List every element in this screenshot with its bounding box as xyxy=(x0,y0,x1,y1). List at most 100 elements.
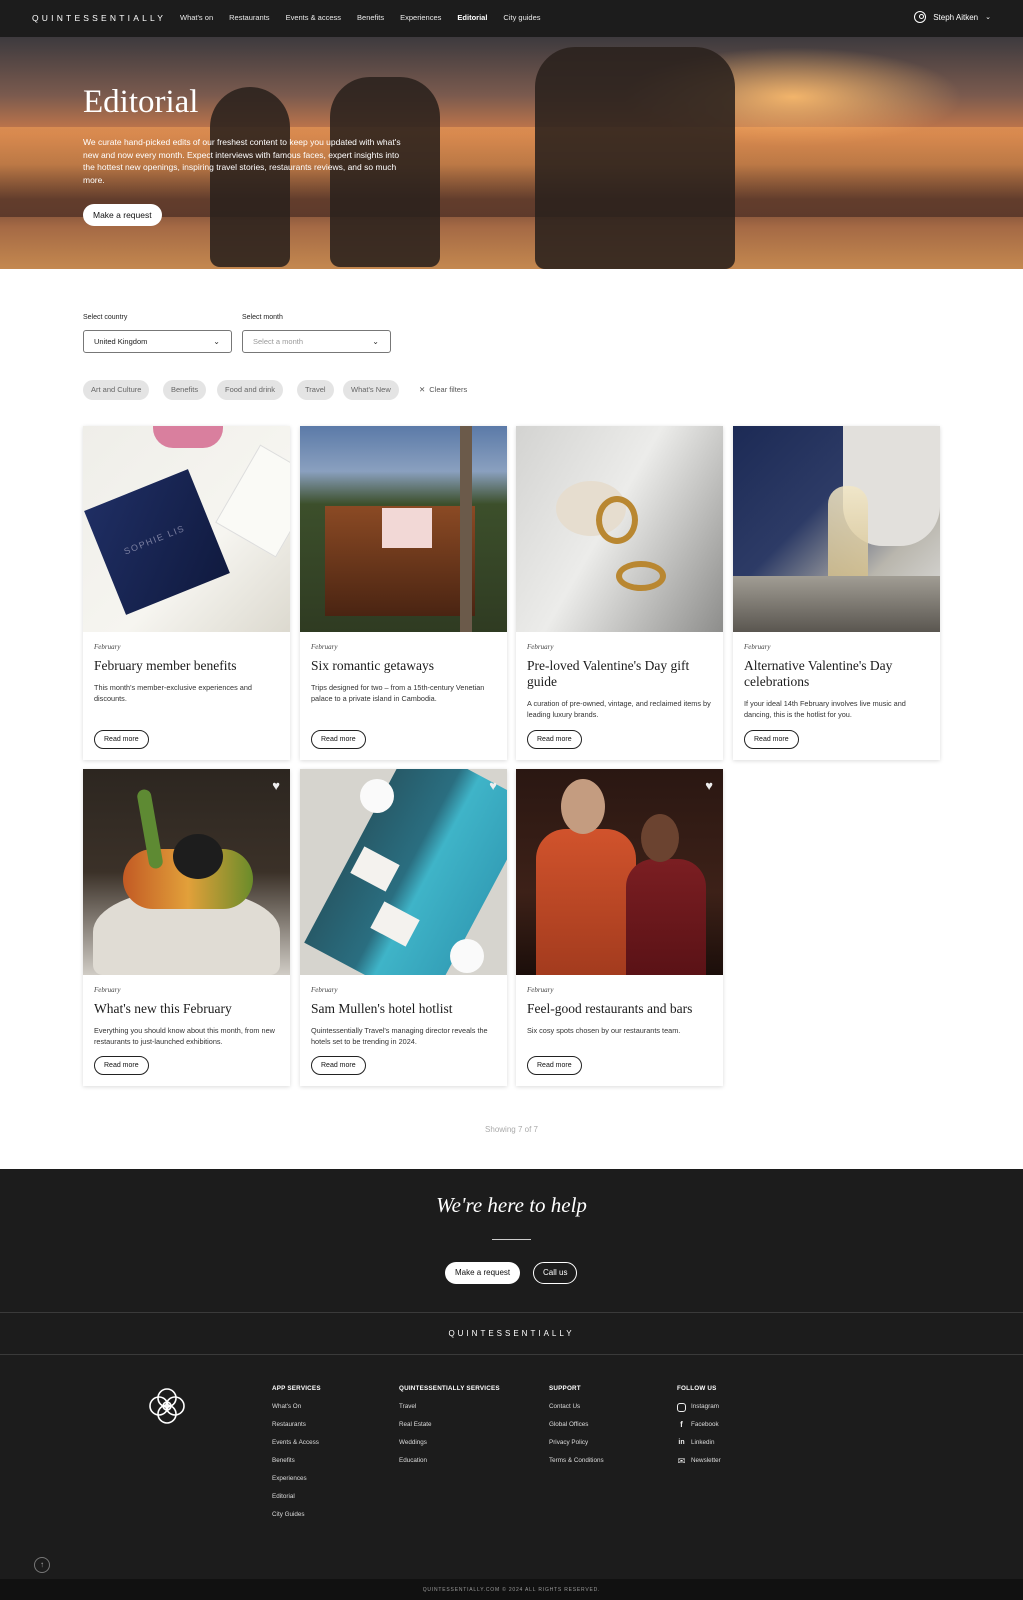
nav-link-benefits[interactable]: Benefits xyxy=(357,13,384,22)
article-card[interactable]: ♥ February Sam Mullen's hotel hotlist Qu… xyxy=(300,769,507,1086)
card-description: Everything you should know about this mo… xyxy=(94,1026,275,1046)
instagram-link[interactable]: Instagram xyxy=(677,1403,721,1421)
favourite-heart-icon[interactable]: ♥ xyxy=(272,778,280,793)
top-nav: QUINTESSENTIALLY What's on Restaurants E… xyxy=(0,0,1023,37)
card-image xyxy=(733,426,940,632)
call-us-button[interactable]: Call us xyxy=(533,1262,578,1284)
footer-col-quintessentially-services: QUINTESSENTIALLY SERVICES Travel Real Es… xyxy=(399,1385,500,1475)
card-month: February xyxy=(94,986,121,994)
help-section: We're here to help Make a request Call u… xyxy=(0,1169,1023,1312)
nav-link-experiences[interactable]: Experiences xyxy=(400,13,441,22)
footer-link[interactable]: City Guides xyxy=(272,1511,321,1529)
chevron-down-icon: ⌄ xyxy=(213,337,220,346)
nav-links: What's on Restaurants Events & access Be… xyxy=(180,13,541,22)
footer-link[interactable]: Editorial xyxy=(272,1493,321,1511)
divider xyxy=(0,1354,1023,1355)
footer-link[interactable]: Travel xyxy=(399,1403,500,1421)
footer-link[interactable]: Benefits xyxy=(272,1457,321,1475)
article-card[interactable]: ♥ February Feel-good restaurants and bar… xyxy=(516,769,723,1086)
country-value: United Kingdom xyxy=(94,337,148,346)
brand-logo[interactable]: QUINTESSENTIALLY xyxy=(32,13,166,23)
flowers xyxy=(153,426,223,448)
facebook-icon: f xyxy=(680,1420,683,1429)
footer-link[interactable]: Restaurants xyxy=(272,1421,321,1439)
footer-link[interactable]: Privacy Policy xyxy=(549,1439,604,1457)
card-description: If your ideal 14th February involves liv… xyxy=(744,699,906,719)
footer-link[interactable]: What's On xyxy=(272,1403,321,1421)
chip-whats-new[interactable]: What's New xyxy=(343,380,399,400)
nav-link-editorial[interactable]: Editorial xyxy=(457,13,487,22)
card-title: Six romantic getaways xyxy=(311,658,434,673)
card-title: Alternative Valentine's Day celebrations xyxy=(744,658,893,689)
card-title: Feel-good restaurants and bars xyxy=(527,1001,693,1016)
clear-filters-button[interactable]: ✕ Clear filters xyxy=(419,385,467,394)
read-more-button[interactable]: Read more xyxy=(527,1056,582,1075)
footer-link[interactable]: Global Offices xyxy=(549,1421,604,1439)
card-image xyxy=(300,769,507,975)
footer-link[interactable]: Terms & Conditions xyxy=(549,1457,604,1475)
nav-link-restaurants[interactable]: Restaurants xyxy=(229,13,269,22)
orange-suit xyxy=(536,829,636,975)
nav-link-whats-on[interactable]: What's on xyxy=(180,13,213,22)
chip-art-and-culture[interactable]: Art and Culture xyxy=(83,380,150,400)
social-label: Linkedin xyxy=(691,1439,715,1446)
footer-link[interactable]: Experiences xyxy=(272,1475,321,1493)
card-image: SOPHIE LIS xyxy=(83,426,290,632)
favourite-heart-icon[interactable]: ♥ xyxy=(705,778,713,793)
card-description: Trips designed for two – from a 15th-cen… xyxy=(311,683,485,703)
canopy-bed xyxy=(382,508,432,548)
read-more-button[interactable]: Read more xyxy=(311,730,366,749)
chip-benefits[interactable]: Benefits xyxy=(163,380,207,400)
card-month: February xyxy=(527,986,554,994)
parasol xyxy=(360,779,394,813)
back-to-top-icon[interactable]: ↑ xyxy=(34,1557,50,1573)
article-card[interactable]: February Six romantic getaways Trips des… xyxy=(300,426,507,760)
silver-dress xyxy=(733,576,940,632)
clear-filters-label: Clear filters xyxy=(429,385,468,394)
read-more-button[interactable]: Read more xyxy=(527,730,582,749)
read-more-button[interactable]: Read more xyxy=(311,1056,366,1075)
card-description: Quintessentially Travel's managing direc… xyxy=(311,1026,488,1046)
nav-link-events[interactable]: Events & access xyxy=(286,13,341,22)
footer-col-support: SUPPORT Contact Us Global Offices Privac… xyxy=(549,1385,604,1475)
newsletter-link[interactable]: ✉ Newsletter xyxy=(677,1457,721,1475)
footer-link[interactable]: Real Estate xyxy=(399,1421,500,1439)
facebook-link[interactable]: f Facebook xyxy=(677,1421,721,1439)
linkedin-link[interactable]: in Linkedin xyxy=(677,1439,721,1457)
red-dress xyxy=(626,859,706,975)
chip-travel[interactable]: Travel xyxy=(297,380,334,400)
favourite-heart-icon[interactable]: ♥ xyxy=(489,778,497,793)
help-title: We're here to help xyxy=(436,1193,587,1217)
read-more-button[interactable]: Read more xyxy=(94,730,149,749)
read-more-button[interactable]: Read more xyxy=(94,1056,149,1075)
month-label: Select month xyxy=(242,314,283,321)
footer-link[interactable]: Events & Access xyxy=(272,1439,321,1457)
card-image xyxy=(516,769,723,975)
social-label: Facebook xyxy=(691,1421,719,1428)
divider xyxy=(492,1239,531,1240)
user-menu[interactable]: Steph Aitken ⌄ xyxy=(914,11,991,23)
nav-link-city-guides[interactable]: City guides xyxy=(503,13,540,22)
results-count: Showing 7 of 7 xyxy=(485,1125,538,1134)
make-request-button[interactable]: Make a request xyxy=(83,204,162,226)
user-name: Steph Aitken xyxy=(933,12,979,22)
card-month: February xyxy=(744,643,771,651)
footer-link[interactable]: Education xyxy=(399,1457,500,1475)
article-card[interactable]: February Pre-loved Valentine's Day gift … xyxy=(516,426,723,760)
footer-brand[interactable]: QUINTESSENTIALLY xyxy=(0,1329,1023,1338)
read-more-button[interactable]: Read more xyxy=(744,730,799,749)
card-description: This month's member-exclusive experience… xyxy=(94,683,252,703)
country-select[interactable]: United Kingdom ⌄ xyxy=(83,330,232,353)
article-card[interactable]: SOPHIE LIS February February member bene… xyxy=(83,426,290,760)
make-request-button[interactable]: Make a request xyxy=(445,1262,521,1284)
footer-link[interactable]: Contact Us xyxy=(549,1403,604,1421)
chip-food-and-drink[interactable]: Food and drink xyxy=(217,380,284,400)
month-select[interactable]: Select a month ⌄ xyxy=(242,330,391,353)
footer-heading: FOLLOW US xyxy=(677,1385,717,1392)
footer-link[interactable]: Weddings xyxy=(399,1439,500,1457)
jewellery-box: SOPHIE LIS xyxy=(84,469,230,615)
social-label: Instagram xyxy=(691,1403,719,1410)
article-card[interactable]: ♥ February What's new this February Ever… xyxy=(83,769,290,1086)
article-card[interactable]: February Alternative Valentine's Day cel… xyxy=(733,426,940,760)
card-image xyxy=(83,769,290,975)
